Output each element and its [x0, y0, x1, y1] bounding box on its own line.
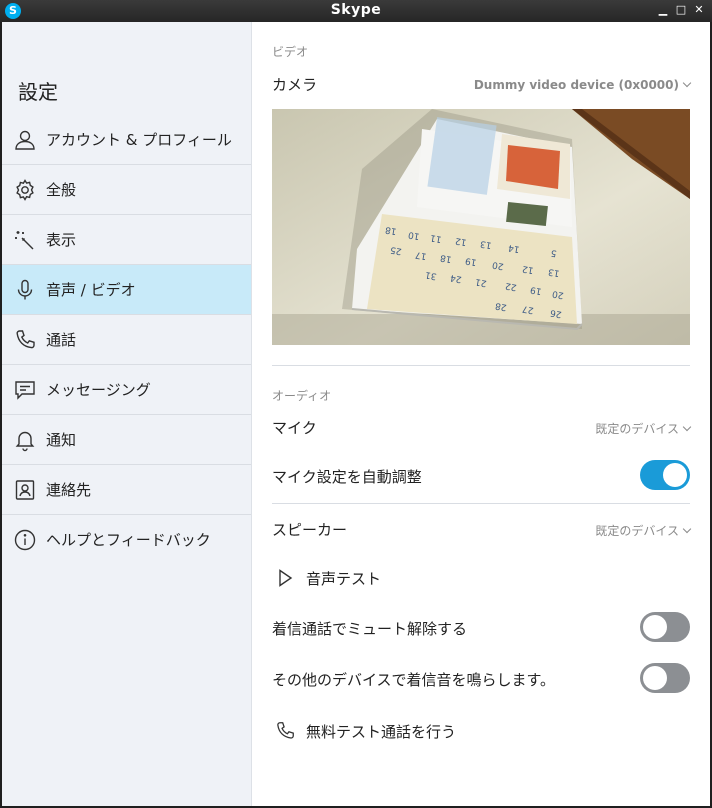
microphone-icon — [12, 277, 38, 303]
microphone-value: 既定のデバイス — [595, 422, 679, 436]
unmute-label: 着信通話でミュート解除する — [272, 620, 468, 638]
toggle-knob — [643, 666, 667, 690]
sidebar-item-calling[interactable]: 通話 — [2, 315, 251, 365]
svg-text:28: 28 — [494, 300, 507, 312]
sidebar-item-label: 連絡先 — [46, 481, 92, 499]
window-controls: ▁ □ ✕ — [656, 3, 706, 17]
sidebar-item-audio-video[interactable]: 音声 / ビデオ — [2, 265, 251, 315]
info-icon — [12, 527, 38, 553]
svg-text:17: 17 — [415, 249, 428, 261]
sidebar-item-notifications[interactable]: 通知 — [2, 415, 251, 465]
sidebar-item-appearance[interactable]: 表示 — [2, 215, 251, 265]
sidebar-item-account[interactable]: アカウント & プロフィール — [2, 115, 251, 165]
svg-text:12: 12 — [522, 263, 535, 275]
svg-text:12: 12 — [455, 235, 468, 247]
svg-text:14: 14 — [507, 242, 520, 254]
svg-text:13: 13 — [480, 238, 493, 250]
section-divider — [272, 503, 690, 504]
svg-text:20: 20 — [491, 259, 504, 271]
close-icon[interactable]: ✕ — [692, 3, 706, 17]
window-title: Skype — [330, 2, 382, 18]
svg-text:31: 31 — [425, 269, 438, 281]
svg-text:22: 22 — [505, 280, 518, 292]
sidebar-item-general[interactable]: 全般 — [2, 165, 251, 215]
svg-text:27: 27 — [522, 303, 535, 315]
camera-preview: 18 10 11 12 13 14 5 25 17 18 19 20 12 13 — [272, 109, 690, 345]
svg-text:18: 18 — [439, 252, 452, 264]
chat-icon — [12, 377, 38, 403]
speaker-value: 既定のデバイス — [595, 524, 679, 538]
audio-section-title: オーディオ — [272, 389, 332, 403]
sidebar-item-label: 通話 — [46, 331, 77, 349]
unmute-toggle[interactable] — [640, 612, 690, 642]
speaker-label: スピーカー — [272, 521, 348, 539]
sidebar-item-label: 表示 — [46, 231, 77, 249]
microphone-select[interactable]: 既定のデバイス — [595, 420, 692, 437]
svg-text:20: 20 — [551, 288, 564, 300]
sidebar-item-label: アカウント & プロフィール — [46, 131, 232, 149]
sidebar-item-contacts[interactable]: 連絡先 — [2, 465, 251, 515]
auto-adjust-toggle[interactable] — [640, 460, 690, 490]
settings-sidebar: 設定 アカウント & プロフィール 全般 表示 音声 / ビデオ 通話 メッセー… — [2, 22, 252, 806]
sidebar-item-label: ヘルプとフィードバック — [46, 531, 211, 549]
chevron-down-icon — [682, 78, 692, 88]
svg-text:18: 18 — [384, 224, 397, 236]
auto-adjust-label: マイク設定を自動調整 — [272, 468, 422, 486]
sidebar-item-help[interactable]: ヘルプとフィードバック — [2, 515, 251, 565]
phone-icon — [272, 718, 298, 744]
audio-video-settings: ビデオ カメラ Dummy video device (0x0000) 18 1… — [272, 22, 692, 806]
contact-card-icon — [12, 477, 38, 503]
sidebar-item-label: 全般 — [46, 181, 77, 199]
chevron-down-icon — [682, 524, 692, 533]
camera-value: Dummy video device (0x0000) — [473, 78, 679, 92]
person-icon — [12, 127, 38, 153]
settings-content: 設定 アカウント & プロフィール 全般 表示 音声 / ビデオ 通話 メッセー… — [2, 22, 710, 806]
ring-other-devices-toggle[interactable] — [640, 663, 690, 693]
settings-heading: 設定 — [18, 80, 58, 104]
svg-text:19: 19 — [529, 284, 542, 296]
ring-other-devices-label: その他のデバイスで着信音を鳴らします。 — [272, 671, 556, 689]
camera-select[interactable]: Dummy video device (0x0000) — [473, 78, 692, 92]
microphone-label: マイク — [272, 419, 317, 437]
svg-text:24: 24 — [449, 272, 462, 284]
svg-text:19: 19 — [464, 255, 477, 267]
svg-text:21: 21 — [475, 276, 488, 288]
sidebar-item-messaging[interactable]: メッセージング — [2, 365, 251, 415]
bell-icon — [12, 427, 38, 453]
toggle-knob — [643, 615, 667, 639]
sidebar-item-label: メッセージング — [46, 381, 151, 399]
sound-test-button[interactable]: 音声テスト — [272, 565, 381, 591]
title-bar: S Skype ▁ □ ✕ — [0, 0, 712, 22]
settings-nav: アカウント & プロフィール 全般 表示 音声 / ビデオ 通話 メッセージング… — [2, 115, 251, 565]
svg-text:11: 11 — [430, 232, 443, 244]
camera-label: カメラ — [272, 76, 318, 94]
svg-text:25: 25 — [390, 244, 403, 256]
phone-icon — [12, 327, 38, 353]
speaker-select[interactable]: 既定のデバイス — [595, 522, 692, 539]
play-icon — [272, 565, 298, 591]
toggle-knob — [663, 463, 687, 487]
svg-text:26: 26 — [549, 307, 562, 319]
skype-window: S Skype ▁ □ ✕ 設定 アカウント & プロフィール 全般 表示 音声… — [0, 0, 712, 808]
svg-text:13: 13 — [548, 266, 561, 278]
gear-icon — [12, 177, 38, 203]
video-section-title: ビデオ — [272, 45, 309, 59]
maximize-icon[interactable]: □ — [674, 3, 688, 17]
section-divider — [272, 365, 690, 366]
minimize-icon[interactable]: ▁ — [656, 3, 670, 17]
magic-wand-icon — [12, 227, 38, 253]
sidebar-item-label: 音声 / ビデオ — [46, 281, 136, 299]
sidebar-item-label: 通知 — [46, 431, 77, 449]
free-test-call-label: 無料テスト通話を行う — [306, 722, 457, 741]
chevron-down-icon — [682, 422, 692, 431]
sound-test-label: 音声テスト — [306, 569, 382, 588]
svg-text:10: 10 — [407, 229, 420, 241]
free-test-call-button[interactable]: 無料テスト通話を行う — [272, 718, 456, 744]
